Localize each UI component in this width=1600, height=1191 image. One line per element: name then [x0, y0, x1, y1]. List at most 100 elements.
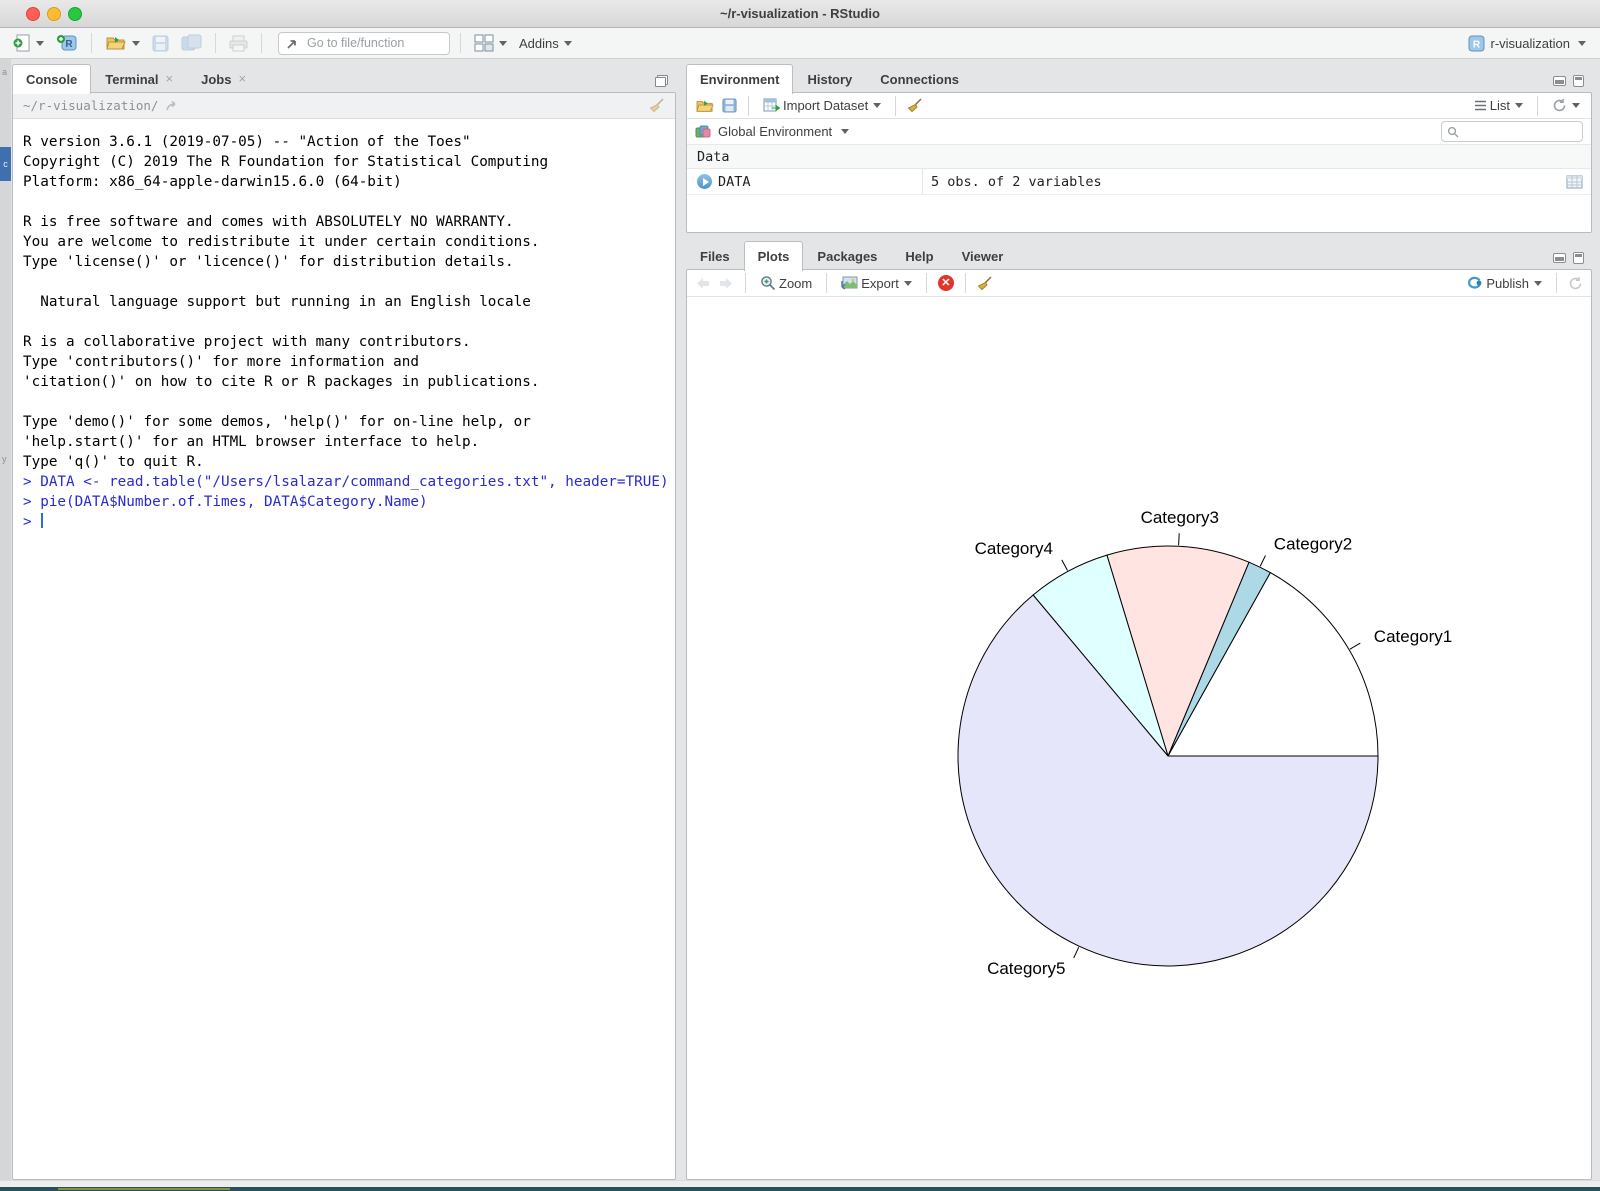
console-output-line [23, 312, 675, 332]
import-dataset-button[interactable]: Import Dataset [760, 96, 884, 115]
close-tab-icon[interactable]: × [238, 74, 246, 84]
main-toolbar: R [0, 28, 1600, 59]
close-tab-icon[interactable]: × [166, 74, 174, 84]
toolbar-separator [1537, 96, 1538, 116]
refresh-environment-button[interactable] [1549, 96, 1583, 115]
tab-console[interactable]: Console [12, 64, 91, 94]
new-project-icon: R [56, 33, 78, 53]
pie-label-tick [1350, 643, 1360, 649]
zoom-plot-button[interactable]: Zoom [757, 273, 815, 293]
environment-view-mode-button[interactable]: List [1471, 96, 1526, 115]
tab-viewer-label: Viewer [962, 249, 1004, 264]
goto-file-input[interactable] [305, 35, 425, 51]
addins-button[interactable]: Addins [516, 34, 575, 53]
console-output-line [23, 272, 675, 292]
save-workspace-icon[interactable] [722, 98, 737, 113]
open-file-button[interactable] [102, 32, 143, 54]
clear-environment-broom-icon[interactable] [907, 98, 923, 113]
publish-plot-button[interactable]: Publish [1463, 273, 1545, 293]
pie-label-tick [1074, 947, 1079, 958]
back-arrow-icon [695, 277, 711, 290]
plots-tabbar: Files Plots Packages Help Viewer [686, 240, 1592, 270]
background-window-sliver: a c y [0, 59, 11, 1180]
project-selector[interactable]: R r-visualization [1464, 33, 1590, 54]
save-all-button[interactable] [178, 32, 205, 54]
console-output-line: Platform: x86_64-apple-darwin15.6.0 (64-… [23, 172, 675, 192]
environment-tabbar: Environment History Connections [686, 63, 1592, 93]
environment-scope-row: Global Environment [687, 119, 1591, 145]
tab-viewer[interactable]: Viewer [948, 241, 1018, 270]
previous-plot-button[interactable] [695, 277, 711, 290]
tab-environment[interactable]: Environment [686, 64, 793, 94]
pie-label-category3: Category3 [1141, 508, 1219, 527]
clear-all-plots-broom-icon[interactable] [977, 276, 993, 291]
tab-help[interactable]: Help [891, 241, 947, 270]
view-mode-label: List [1490, 98, 1510, 113]
view-data-grid-icon[interactable] [1566, 175, 1583, 189]
tab-jobs[interactable]: Jobs × [187, 64, 260, 93]
export-plot-button[interactable]: Export [838, 274, 915, 293]
toolbar-separator [91, 33, 92, 53]
toolbar-separator [215, 33, 216, 53]
remove-plot-button[interactable]: ✕ [938, 275, 954, 291]
minimize-pane-icon[interactable] [1553, 76, 1566, 86]
new-file-button[interactable] [10, 31, 47, 55]
new-project-button[interactable]: R [53, 31, 81, 55]
maximize-pane-icon[interactable] [1573, 75, 1584, 87]
console-output[interactable]: R version 3.6.1 (2019-07-05) -- "Action … [13, 120, 675, 1179]
console-content: ~/r-visualization/ R version 3.6.1 (2019… [12, 92, 676, 1180]
clear-console-broom-icon[interactable] [649, 98, 665, 113]
environment-search-box[interactable] [1441, 121, 1583, 142]
plots-toolbar: Zoom Export ✕ [687, 270, 1591, 297]
refresh-caret-icon [1572, 103, 1580, 108]
goto-directory-icon[interactable] [165, 100, 179, 112]
refresh-plot-icon[interactable] [1568, 276, 1583, 291]
zoom-magnifier-icon [760, 275, 776, 291]
environment-section-header: Data [687, 145, 1591, 169]
environment-pane: Environment History Connections [686, 63, 1592, 233]
object-name: DATA [718, 174, 751, 190]
zoom-label: Zoom [779, 276, 812, 291]
maximize-pane-icon[interactable] [1573, 252, 1584, 264]
expand-object-icon[interactable] [697, 174, 712, 189]
tab-plots[interactable]: Plots [744, 241, 804, 271]
console-input-line: > pie(DATA$Number.of.Times, DATA$Categor… [23, 492, 675, 512]
pie-chart: Category1Category2Category3Category4Cate… [688, 327, 1592, 1191]
environment-object-row[interactable]: DATA 5 obs. of 2 variables [687, 169, 1591, 195]
sliver-fragment: a [2, 67, 7, 77]
tab-terminal[interactable]: Terminal × [91, 64, 187, 93]
pie-label-category1: Category1 [1374, 627, 1452, 646]
window-title: ~/r-visualization - RStudio [0, 0, 1600, 28]
toolbar-separator [826, 273, 827, 293]
maximize-pane-icon[interactable] [655, 75, 668, 87]
console-input-line: > DATA <- read.table("/Users/lsalazar/co… [23, 472, 675, 492]
tab-packages[interactable]: Packages [803, 241, 891, 270]
environment-search-input[interactable] [1463, 124, 1577, 140]
pie-label-tick [1062, 560, 1068, 571]
minimize-pane-icon[interactable] [1553, 253, 1566, 263]
export-label: Export [861, 276, 899, 291]
print-button[interactable] [226, 33, 251, 54]
new-file-icon [13, 33, 31, 53]
global-environment-caret-icon[interactable] [841, 129, 849, 134]
toolbar-separator [926, 273, 927, 293]
goto-file-box[interactable] [278, 32, 450, 55]
view-mode-caret-icon [1515, 103, 1523, 108]
pane-layout-button[interactable] [471, 32, 510, 54]
load-workspace-icon[interactable] [695, 98, 715, 114]
tab-connections[interactable]: Connections [866, 64, 973, 93]
publish-label: Publish [1486, 276, 1529, 291]
next-plot-button[interactable] [718, 277, 734, 290]
tab-connections-label: Connections [880, 72, 959, 87]
tab-history-label: History [807, 72, 852, 87]
tab-help-label: Help [905, 249, 933, 264]
global-environment-label[interactable]: Global Environment [718, 124, 832, 139]
global-environment-icon [695, 124, 711, 139]
tab-files[interactable]: Files [686, 241, 744, 270]
tab-terminal-label: Terminal [105, 72, 158, 87]
pie-label-tick [1179, 533, 1180, 545]
tab-history[interactable]: History [793, 64, 866, 93]
save-button[interactable] [149, 33, 172, 54]
list-view-icon [1474, 100, 1487, 111]
project-caret-icon [1578, 41, 1586, 46]
